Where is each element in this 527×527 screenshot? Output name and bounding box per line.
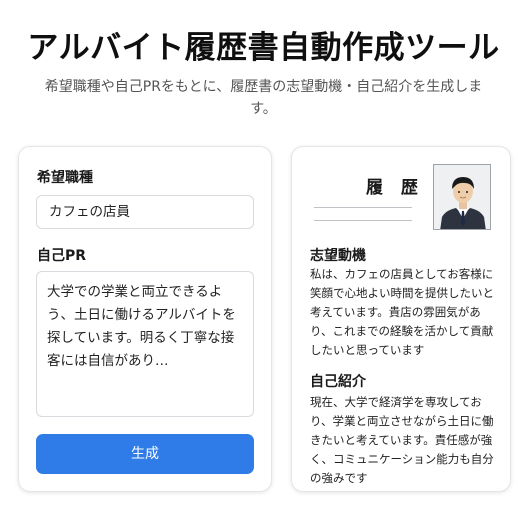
job-type-label: 希望職種 (37, 170, 93, 186)
motivation-text: 私は、カフェの店員としてお客様に笑顔で心地よい時間を提供したいと考えています。貴… (310, 267, 494, 357)
person-portrait-icon (434, 165, 490, 229)
resume-preview-card: 履 歴 志望動機 私は、カフェの店員としてお客様に笑顔で心地よい時間を提供したい… (291, 146, 511, 492)
heading-underline (314, 207, 412, 208)
resume-heading: 履 歴 (366, 178, 424, 198)
self-pr-label: 自己PR (37, 248, 87, 264)
self-intro-text: 現在、大学で経済学を専攻しており、学業と両立させながら土日に働きたいと考えていま… (310, 395, 494, 485)
generate-button[interactable]: 生成 (36, 434, 254, 474)
motivation-heading: 志望動機 (310, 248, 366, 264)
self-pr-textarea[interactable]: 大学での学業と両立できるよう、土日に働けるアルバイトを探しています。明るく丁寧な… (36, 271, 254, 417)
heading-underline-2 (314, 220, 412, 221)
self-intro-heading: 自己紹介 (310, 374, 366, 390)
job-type-input[interactable]: カフェの店員 (36, 195, 254, 229)
page: アルバイト履歴書自動作成ツール 希望職種や自己PRをもとに、履歴書の志望動機・自… (0, 0, 527, 527)
page-subtitle: 希望職種や自己PRをもとに、履歴書の志望動機・自己紹介を生成します。 (44, 79, 483, 117)
applicant-photo-icon (433, 164, 491, 230)
input-form-card: 希望職種 カフェの店員 自己PR 大学での学業と両立できるよう、土日に働けるアル… (18, 146, 272, 492)
page-title: アルバイト履歴書自動作成ツール (27, 30, 500, 66)
